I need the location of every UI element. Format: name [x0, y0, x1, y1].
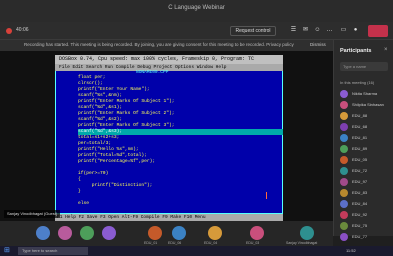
participant-item[interactable]: EDU_97 [340, 178, 390, 188]
participant-item[interactable]: EDU_68 [340, 123, 390, 133]
participant-name: EDU_77 [352, 234, 368, 239]
participant-item[interactable]: EDU_05 [340, 156, 390, 166]
participant-name: EDU_81 [352, 135, 368, 140]
avatar [340, 178, 348, 186]
participant-item[interactable]: EDU_89 [340, 145, 390, 155]
panel-title: Participants [340, 48, 372, 54]
avatar[interactable] [208, 226, 222, 240]
participant-item[interactable]: EDU_81 [340, 134, 390, 144]
recording-banner-text: Recording has started. This meeting is b… [24, 42, 294, 47]
participant-item[interactable]: EDU_75 [340, 222, 390, 232]
code-line: printf("Distinction"); [78, 183, 153, 188]
code-line: printf("Percentage=%f",per); [78, 159, 156, 164]
participant-item[interactable]: EDU_83 [340, 189, 390, 199]
turbo-c-menu-bar: File Edit Search Run Compile Debug Proje… [55, 64, 283, 71]
avatar-label: EDU_04 [204, 241, 218, 245]
clock: 11:52 [346, 248, 356, 253]
meeting-toolbar: 40:06 Request control ☰ ✉ ☺ … ▭ ● [0, 22, 393, 40]
avatar [340, 167, 348, 175]
participant-item[interactable]: Shilpika Sinhasan [340, 101, 390, 111]
request-control-button[interactable]: Request control [230, 26, 276, 36]
avatar [340, 222, 348, 230]
dosbox-window: DOSBox 0.74, Cpu speed: max 100% cycles,… [55, 55, 283, 221]
section-label: In this meeting (16) [340, 80, 375, 85]
avatar[interactable] [300, 226, 314, 240]
participant-name: EDU_75 [352, 223, 368, 228]
participant-item[interactable]: EDU_88 [340, 112, 390, 122]
code-line: } [78, 189, 81, 194]
text-cursor [266, 192, 267, 199]
avatar [340, 200, 348, 208]
participant-item[interactable]: EDU_72 [340, 167, 390, 177]
participant-name: EDU_97 [352, 179, 368, 184]
avatar [340, 123, 348, 131]
avatar [340, 134, 348, 142]
avatar-label: EDU_01 [144, 241, 158, 245]
dismiss-button[interactable]: Dismiss [310, 42, 326, 47]
avatar[interactable] [102, 226, 116, 240]
participant-item[interactable]: EDU_84 [340, 200, 390, 210]
windows-start-icon[interactable]: ⊞ [4, 247, 12, 255]
reactions-icon[interactable]: ☺ [314, 27, 321, 34]
participant-search-input[interactable]: Type a name [340, 62, 388, 71]
recording-icon [6, 28, 12, 34]
participant-name: EDU_92 [352, 212, 368, 217]
avatar[interactable] [58, 226, 72, 240]
avatar [340, 233, 348, 241]
participant-name: EDU_84 [352, 201, 368, 206]
avatar [340, 112, 348, 120]
windows-taskbar: ⊞ Type here to search 11:52 [0, 246, 393, 256]
avatar [340, 101, 348, 109]
chat-icon[interactable]: ✉ [302, 27, 309, 34]
meeting-timer: 40:06 [16, 27, 29, 33]
title-bar: C Language Webinar [0, 0, 393, 22]
participant-name: Shilpika Sinhasan [352, 102, 384, 107]
avatar[interactable] [172, 226, 186, 240]
participants-icon[interactable]: ☰ [290, 27, 297, 34]
turbo-c-status-bar: F1 Help F2 Save F3 Open Alt-F9 Compile F… [55, 214, 283, 221]
avatar[interactable] [36, 226, 50, 240]
avatar-label: Sanjay Vinodbhagat [286, 241, 318, 245]
participant-name: EDU_72 [352, 168, 368, 173]
avatar-label: EDU_06 [168, 241, 182, 245]
participant-name: Nikita Sharma [352, 91, 378, 96]
avatar[interactable] [80, 226, 94, 240]
avatar[interactable] [250, 226, 264, 240]
code-editor: NONAME00.CPP float per; clrscr(); printf("… [55, 70, 283, 214]
window-title: C Language Webinar [168, 5, 225, 11]
presenter-name-tag: Sanjay Vinodbhagat (Guest) [4, 210, 61, 218]
camera-icon[interactable]: ▭ [340, 27, 347, 34]
participant-name: EDU_88 [352, 113, 368, 118]
code-line: if(per>=70) [78, 171, 109, 176]
leave-button[interactable] [368, 25, 388, 37]
avatar-label: EDU_03 [246, 241, 260, 245]
avatar [340, 189, 348, 197]
more-options-icon[interactable]: … [326, 27, 333, 34]
participant-item[interactable]: EDU_92 [340, 211, 390, 221]
close-icon[interactable]: × [384, 47, 388, 53]
participant-name: EDU_68 [352, 124, 368, 129]
avatar [340, 145, 348, 153]
participant-name: EDU_89 [352, 146, 368, 151]
avatar[interactable] [148, 226, 162, 240]
recording-banner: Recording has started. This meeting is b… [0, 40, 333, 51]
avatar [340, 211, 348, 219]
participant-name: EDU_83 [352, 190, 368, 195]
teams-window: C Language Webinar 40:06 Request control… [0, 0, 393, 256]
avatar [340, 156, 348, 164]
taskbar-search-input[interactable]: Type here to search [18, 247, 88, 255]
code-line: else [78, 201, 90, 206]
file-name: NONAME00.CPP [136, 70, 169, 75]
participant-item[interactable]: EDU_77 [340, 233, 390, 243]
participant-item[interactable]: Nikita Sharma [340, 90, 390, 100]
avatar [340, 90, 348, 98]
microphone-icon[interactable]: ● [352, 27, 359, 34]
participant-name: EDU_05 [352, 157, 368, 162]
participants-panel: Participants × Type a name In this meeti… [333, 40, 393, 241]
participant-video-strip: EDU_01 EDU_06 EDU_04 EDU_03 Sanjay Vinod… [0, 221, 333, 246]
dosbox-title-bar: DOSBox 0.74, Cpu speed: max 100% cycles,… [55, 55, 283, 64]
